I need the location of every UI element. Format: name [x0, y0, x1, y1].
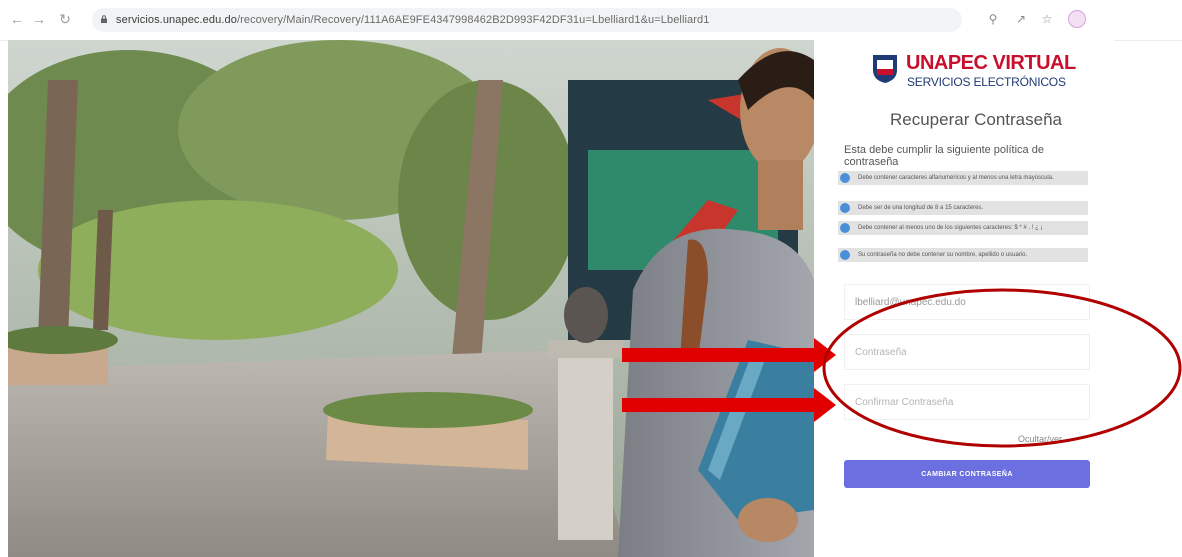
- policy-rule: Debe contener al menos uno de los siguie…: [838, 221, 1088, 235]
- unapec-shield-icon: [873, 55, 897, 83]
- url-text: servicios.unapec.edu.do/recovery/Main/Re…: [116, 14, 710, 26]
- policy-rule-text: Debe contener al menos uno de los siguie…: [858, 225, 1043, 231]
- profile-avatar[interactable]: [1068, 10, 1086, 28]
- unapec-logo: UNAPEC VIRTUAL SERVICIOS ELECTRÓNICOS: [872, 52, 1076, 92]
- info-bullet-icon: [840, 203, 850, 213]
- policy-rule-text: Debe contener caracteres alfanuméricos y…: [858, 175, 1054, 181]
- policy-rule: Su contraseña no debe contener su nombre…: [838, 248, 1088, 262]
- forward-icon[interactable]: →: [30, 10, 48, 28]
- brand-subtitle: SERVICIOS ELECTRÓNICOS: [907, 75, 1066, 89]
- policy-intro: Esta debe cumplir la siguiente política …: [844, 144, 1044, 168]
- confirm-password-field[interactable]: [844, 384, 1090, 420]
- campus-photo: [8, 40, 814, 557]
- policy-rule: Debe ser de una longitud de 8 a 15 carac…: [838, 201, 1088, 215]
- page-title: Recuperar Contraseña: [890, 110, 1062, 129]
- zoom-icon[interactable]: ⚲: [984, 10, 1002, 28]
- info-bullet-icon: [840, 173, 850, 183]
- browser-toolbar: ← → ↻ servicios.unapec.edu.do/recovery/M…: [0, 0, 1182, 41]
- brand-title: UNAPEC VIRTUAL: [906, 52, 1076, 74]
- info-bullet-icon: [840, 223, 850, 233]
- policy-rule-text: Su contraseña no debe contener su nombre…: [858, 252, 1028, 258]
- password-field[interactable]: [844, 334, 1090, 370]
- toggle-password-visibility-link[interactable]: Ocultar/ver: [1018, 434, 1062, 444]
- address-bar[interactable]: servicios.unapec.edu.do/recovery/Main/Re…: [92, 8, 962, 32]
- share-icon[interactable]: ↗: [1012, 10, 1030, 28]
- info-bullet-icon: [840, 250, 850, 260]
- lock-icon: [101, 15, 107, 23]
- reload-icon[interactable]: ↻: [56, 10, 74, 28]
- policy-rule: Debe contener caracteres alfanuméricos y…: [838, 171, 1088, 185]
- recovery-panel: UNAPEC VIRTUAL SERVICIOS ELECTRÓNICOS Re…: [814, 40, 1114, 557]
- change-password-button[interactable]: CAMBIAR CONTRASEÑA: [844, 460, 1090, 488]
- back-icon[interactable]: ←: [8, 10, 26, 28]
- policy-rule-text: Debe ser de una longitud de 8 a 15 carac…: [858, 205, 984, 211]
- username-field[interactable]: [844, 284, 1090, 320]
- star-icon[interactable]: ☆: [1038, 10, 1056, 28]
